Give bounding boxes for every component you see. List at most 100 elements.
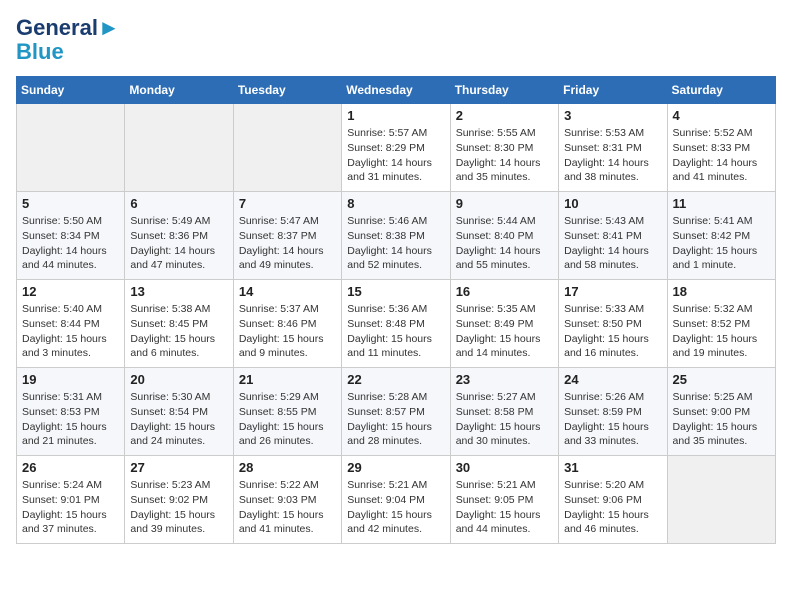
logo-text: General►Blue (16, 16, 120, 64)
calendar-cell: 17Sunrise: 5:33 AM Sunset: 8:50 PM Dayli… (559, 280, 667, 368)
day-number: 6 (130, 196, 227, 211)
logo: General►Blue (16, 16, 120, 64)
day-info: Sunrise: 5:21 AM Sunset: 9:05 PM Dayligh… (456, 478, 553, 537)
day-info: Sunrise: 5:25 AM Sunset: 9:00 PM Dayligh… (673, 390, 770, 449)
calendar-cell: 19 Sunrise: 5:31 AM Sunset: 8:53 PM Dayli… (17, 368, 125, 456)
calendar-cell: 5 Sunrise: 5:50 AM Sunset: 8:34 PM Daylig… (17, 192, 125, 280)
calendar-cell: 22 Sunrise: 5:28 AM Sunset: 8:57 PM Dayli… (342, 368, 450, 456)
day-info: Sunrise: 5:22 AM Sunset: 9:03 PM Dayligh… (239, 478, 336, 537)
calendar-cell: 21 Sunrise: 5:29 AM Sunset: 8:55 PM Dayli… (233, 368, 341, 456)
calendar-week-row: 12 Sunrise: 5:40 AM Sunset: 8:44 PM Dayli… (17, 280, 776, 368)
day-info: Sunrise: 5:49 AM Sunset: 8:36 PM Dayligh… (130, 214, 227, 273)
calendar-cell: 15Sunrise: 5:36 AM Sunset: 8:48 PM Dayli… (342, 280, 450, 368)
day-info: Sunrise: 5:35 AM Sunset: 8:49 PM Dayligh… (456, 302, 553, 361)
day-info: Sunrise: 5:46 AM Sunset: 8:38 PM Dayligh… (347, 214, 444, 273)
day-info: Sunrise: 5:23 AM Sunset: 9:02 PM Dayligh… (130, 478, 227, 537)
day-number: 25 (673, 372, 770, 387)
calendar-cell: 26 Sunrise: 5:24 AM Sunset: 9:01 PM Dayli… (17, 456, 125, 544)
day-number: 2 (456, 108, 553, 123)
calendar-cell: 25 Sunrise: 5:25 AM Sunset: 9:00 PM Dayli… (667, 368, 775, 456)
day-info: Sunrise: 5:43 AM Sunset: 8:41 PM Dayligh… (564, 214, 661, 273)
day-info: Sunrise: 5:53 AM Sunset: 8:31 PM Dayligh… (564, 126, 661, 185)
day-info: Sunrise: 5:38 AM Sunset: 8:45 PM Dayligh… (130, 302, 227, 361)
day-number: 22 (347, 372, 444, 387)
weekday-header: Saturday (667, 77, 775, 104)
day-info: Sunrise: 5:28 AM Sunset: 8:57 PM Dayligh… (347, 390, 444, 449)
day-number: 7 (239, 196, 336, 211)
day-number: 8 (347, 196, 444, 211)
day-number: 12 (22, 284, 119, 299)
day-number: 5 (22, 196, 119, 211)
calendar-week-row: 5 Sunrise: 5:50 AM Sunset: 8:34 PM Daylig… (17, 192, 776, 280)
day-info: Sunrise: 5:33 AM Sunset: 8:50 PM Dayligh… (564, 302, 661, 361)
day-info: Sunrise: 5:21 AM Sunset: 9:04 PM Dayligh… (347, 478, 444, 537)
day-info: Sunrise: 5:27 AM Sunset: 8:58 PM Dayligh… (456, 390, 553, 449)
day-info: Sunrise: 5:44 AM Sunset: 8:40 PM Dayligh… (456, 214, 553, 273)
day-number: 20 (130, 372, 227, 387)
weekday-header: Monday (125, 77, 233, 104)
day-number: 1 (347, 108, 444, 123)
calendar-cell (233, 104, 341, 192)
day-info: Sunrise: 5:30 AM Sunset: 8:54 PM Dayligh… (130, 390, 227, 449)
day-info: Sunrise: 5:47 AM Sunset: 8:37 PM Dayligh… (239, 214, 336, 273)
day-info: Sunrise: 5:40 AM Sunset: 8:44 PM Dayligh… (22, 302, 119, 361)
day-info: Sunrise: 5:41 AM Sunset: 8:42 PM Dayligh… (673, 214, 770, 273)
day-number: 30 (456, 460, 553, 475)
calendar-cell (125, 104, 233, 192)
calendar-table: SundayMondayTuesdayWednesdayThursdayFrid… (16, 76, 776, 544)
day-number: 10 (564, 196, 661, 211)
calendar-cell: 31 Sunrise: 5:20 AM Sunset: 9:06 PM Dayli… (559, 456, 667, 544)
day-number: 29 (347, 460, 444, 475)
calendar-cell: 20 Sunrise: 5:30 AM Sunset: 8:54 PM Dayli… (125, 368, 233, 456)
weekday-header: Friday (559, 77, 667, 104)
calendar-cell: 9 Sunrise: 5:44 AM Sunset: 8:40 PM Daylig… (450, 192, 558, 280)
day-number: 26 (22, 460, 119, 475)
calendar-cell: 8 Sunrise: 5:46 AM Sunset: 8:38 PM Daylig… (342, 192, 450, 280)
calendar-cell (667, 456, 775, 544)
day-info: Sunrise: 5:24 AM Sunset: 9:01 PM Dayligh… (22, 478, 119, 537)
day-info: Sunrise: 5:50 AM Sunset: 8:34 PM Dayligh… (22, 214, 119, 273)
calendar-cell: 6 Sunrise: 5:49 AM Sunset: 8:36 PM Daylig… (125, 192, 233, 280)
calendar-cell: 12 Sunrise: 5:40 AM Sunset: 8:44 PM Dayli… (17, 280, 125, 368)
day-info: Sunrise: 5:20 AM Sunset: 9:06 PM Dayligh… (564, 478, 661, 537)
day-number: 11 (673, 196, 770, 211)
day-info: Sunrise: 5:37 AM Sunset: 8:46 PM Dayligh… (239, 302, 336, 361)
weekday-header-row: SundayMondayTuesdayWednesdayThursdayFrid… (17, 77, 776, 104)
calendar-cell: 7 Sunrise: 5:47 AM Sunset: 8:37 PM Daylig… (233, 192, 341, 280)
weekday-header: Tuesday (233, 77, 341, 104)
calendar-cell: 14 Sunrise: 5:37 AM Sunset: 8:46 PM Dayli… (233, 280, 341, 368)
calendar-cell: 16Sunrise: 5:35 AM Sunset: 8:49 PM Dayli… (450, 280, 558, 368)
calendar-cell: 11 Sunrise: 5:41 AM Sunset: 8:42 PM Dayli… (667, 192, 775, 280)
day-number: 21 (239, 372, 336, 387)
weekday-header: Thursday (450, 77, 558, 104)
day-info: Sunrise: 5:26 AM Sunset: 8:59 PM Dayligh… (564, 390, 661, 449)
calendar-week-row: 26 Sunrise: 5:24 AM Sunset: 9:01 PM Dayli… (17, 456, 776, 544)
calendar-cell: 1 Sunrise: 5:57 AM Sunset: 8:29 PM Daylig… (342, 104, 450, 192)
day-info: Sunrise: 5:32 AM Sunset: 8:52 PM Dayligh… (673, 302, 770, 361)
day-info: Sunrise: 5:52 AM Sunset: 8:33 PM Dayligh… (673, 126, 770, 185)
day-number: 28 (239, 460, 336, 475)
calendar-cell: 28 Sunrise: 5:22 AM Sunset: 9:03 PM Dayli… (233, 456, 341, 544)
day-info: Sunrise: 5:57 AM Sunset: 8:29 PM Dayligh… (347, 126, 444, 185)
day-number: 19 (22, 372, 119, 387)
day-number: 9 (456, 196, 553, 211)
calendar-cell: 27 Sunrise: 5:23 AM Sunset: 9:02 PM Dayli… (125, 456, 233, 544)
day-number: 31 (564, 460, 661, 475)
day-number: 24 (564, 372, 661, 387)
weekday-header: Wednesday (342, 77, 450, 104)
calendar-cell: 24 Sunrise: 5:26 AM Sunset: 8:59 PM Dayli… (559, 368, 667, 456)
calendar-cell: 10 Sunrise: 5:43 AM Sunset: 8:41 PM Dayli… (559, 192, 667, 280)
day-info: Sunrise: 5:31 AM Sunset: 8:53 PM Dayligh… (22, 390, 119, 449)
calendar-cell: 4Sunrise: 5:52 AM Sunset: 8:33 PM Daylig… (667, 104, 775, 192)
day-info: Sunrise: 5:55 AM Sunset: 8:30 PM Dayligh… (456, 126, 553, 185)
calendar-cell: 29 Sunrise: 5:21 AM Sunset: 9:04 PM Dayli… (342, 456, 450, 544)
calendar-cell: 3Sunrise: 5:53 AM Sunset: 8:31 PM Daylig… (559, 104, 667, 192)
weekday-header: Sunday (17, 77, 125, 104)
calendar-cell: 13Sunrise: 5:38 AM Sunset: 8:45 PM Dayli… (125, 280, 233, 368)
day-number: 27 (130, 460, 227, 475)
day-number: 18 (673, 284, 770, 299)
day-info: Sunrise: 5:29 AM Sunset: 8:55 PM Dayligh… (239, 390, 336, 449)
calendar-cell (17, 104, 125, 192)
calendar-week-row: 19 Sunrise: 5:31 AM Sunset: 8:53 PM Dayli… (17, 368, 776, 456)
day-number: 14 (239, 284, 336, 299)
